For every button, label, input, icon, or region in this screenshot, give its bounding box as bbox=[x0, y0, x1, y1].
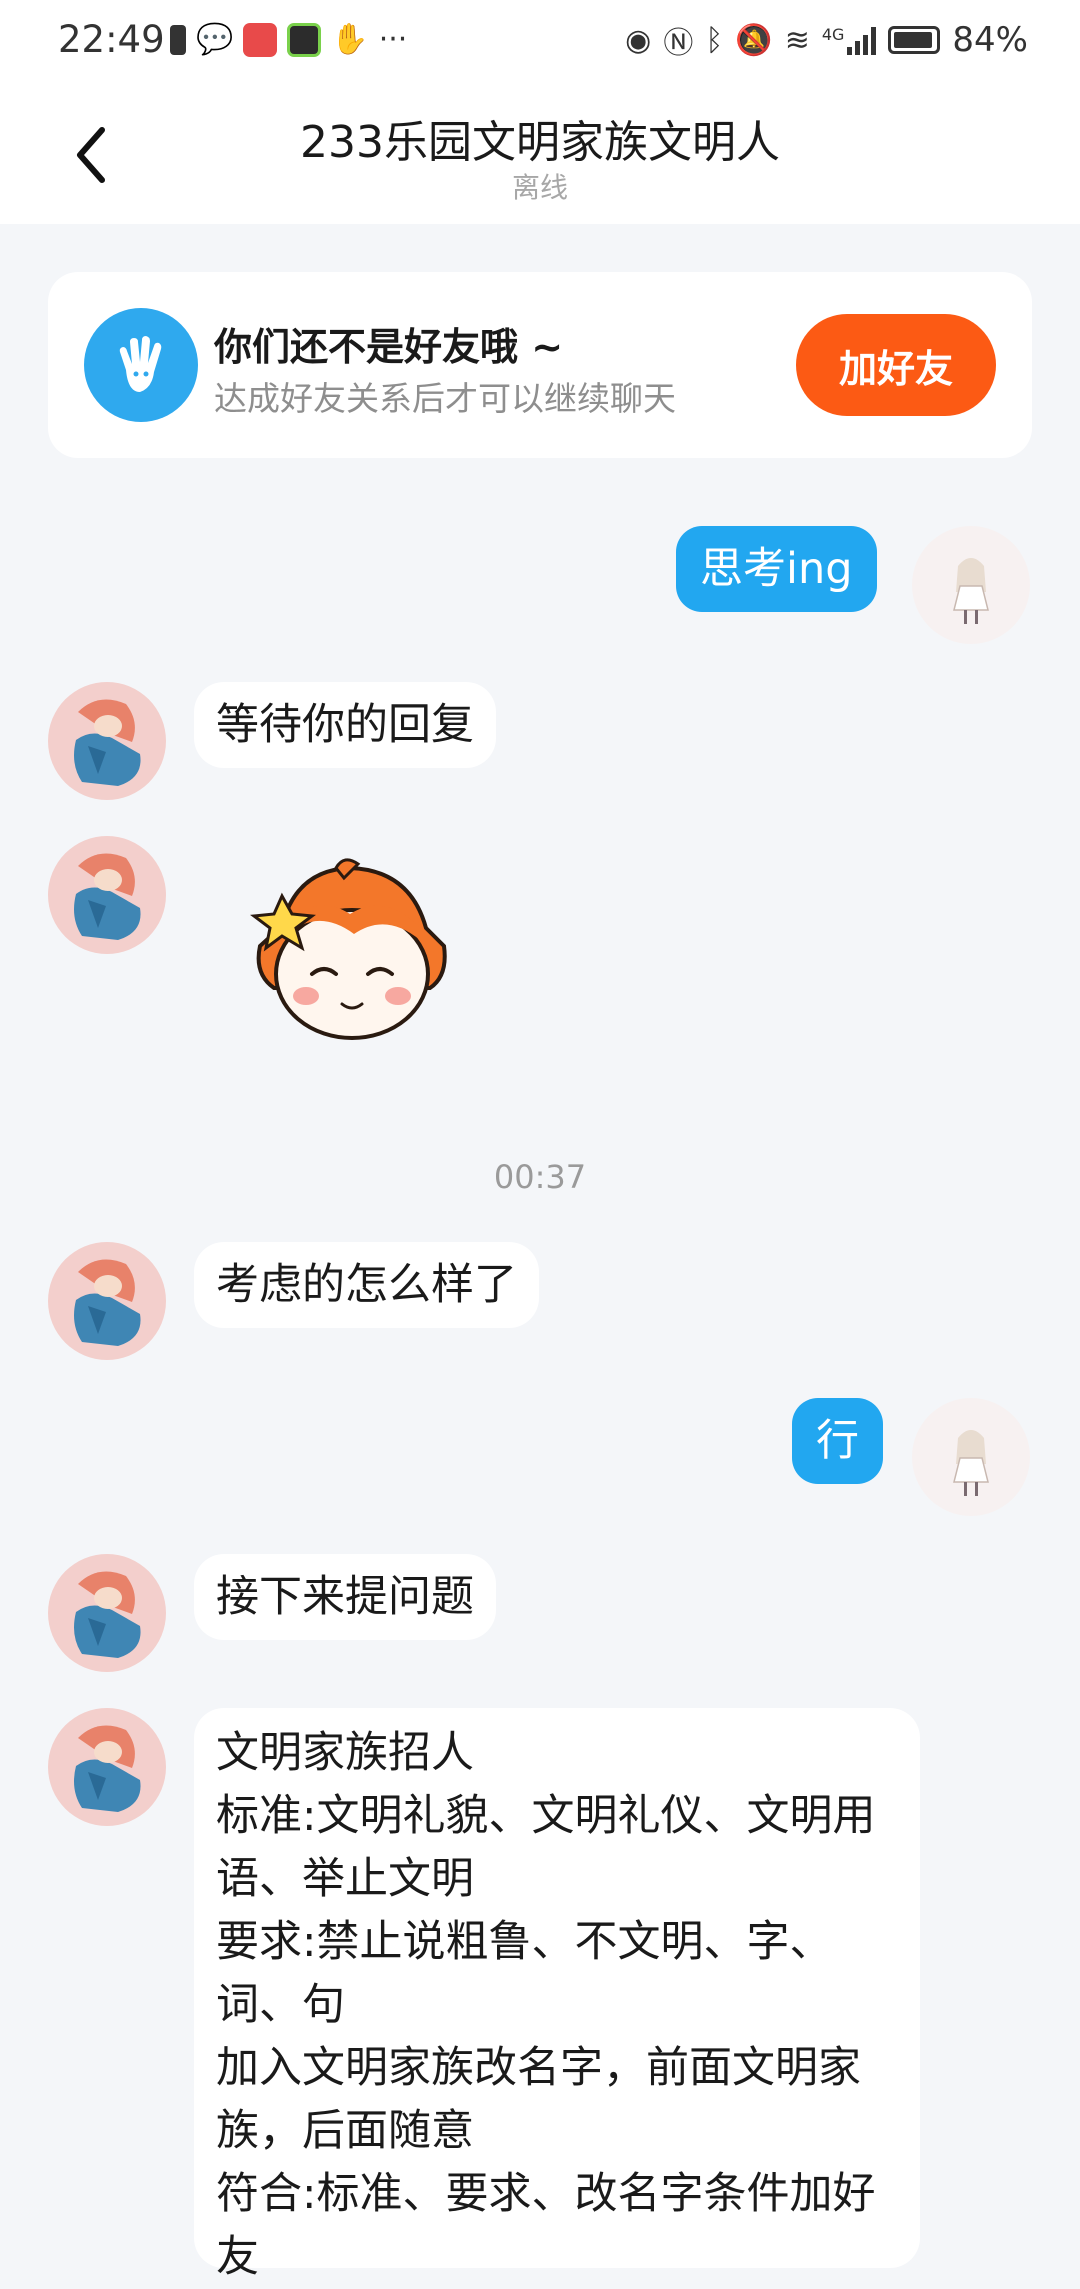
my-avatar[interactable] bbox=[912, 1398, 1030, 1516]
message-bubble-received[interactable]: 文明家族招人 标准:文明礼貌、文明礼仪、文明用语、举止文明 要求:禁止说粗鲁、不… bbox=[194, 1708, 920, 2282]
contact-avatar[interactable] bbox=[48, 1242, 166, 1360]
message-bubble-received[interactable]: 接下来提问题 bbox=[194, 1554, 496, 1640]
system-icons: ◉ Ⓝ ᛒ 🔕 ≋ 4G 84% bbox=[625, 18, 1028, 62]
message-timestamp: 00:37 bbox=[493, 1158, 587, 1196]
contact-avatar[interactable] bbox=[48, 682, 166, 800]
contact-avatar[interactable] bbox=[48, 1708, 166, 1826]
more-dots-icon: ··· bbox=[378, 22, 408, 57]
message-bubble-sent[interactable]: 思考ing bbox=[676, 526, 877, 612]
signal-icon: 4G bbox=[822, 25, 877, 55]
message-bubble-received[interactable]: 考虑的怎么样了 bbox=[194, 1242, 539, 1328]
status-time: 22:49 bbox=[58, 18, 165, 61]
nfc-icon: Ⓝ bbox=[663, 26, 694, 61]
battery-icon bbox=[888, 26, 941, 54]
mute-icon: 🔕 bbox=[735, 22, 773, 58]
sticker-message[interactable] bbox=[226, 856, 476, 1056]
wave-hand-icon bbox=[84, 308, 198, 422]
battery-percent: 84% bbox=[952, 20, 1028, 60]
wifi-icon: ≋ bbox=[784, 22, 810, 58]
message-bubble-received[interactable]: 等待你的回复 bbox=[194, 682, 496, 768]
contact-avatar[interactable] bbox=[48, 836, 166, 954]
game-icon bbox=[287, 22, 322, 57]
my-avatar[interactable] bbox=[912, 526, 1030, 644]
status-bar: 22:49 💬 ✋ ··· ◉ Ⓝ ᛒ 🔕 ≋ 4G 84% bbox=[0, 0, 1080, 84]
eye-icon: ◉ bbox=[625, 22, 652, 58]
online-status: 离线 bbox=[511, 171, 568, 204]
contact-avatar[interactable] bbox=[48, 1554, 166, 1672]
huawei-icon bbox=[243, 22, 278, 57]
hand-icon: ✋ bbox=[331, 22, 369, 57]
network-type: 4G bbox=[821, 25, 845, 44]
message-bubble-sent[interactable]: 行 bbox=[792, 1398, 883, 1484]
alert-icon bbox=[170, 24, 186, 55]
chat-title: 233乐园文明家族文明人 bbox=[300, 117, 780, 168]
not-friends-title: 你们还不是好友哦 ~ bbox=[214, 325, 564, 369]
wechat-icon: 💬 bbox=[196, 22, 234, 57]
bluetooth-icon: ᛒ bbox=[705, 22, 724, 58]
not-friends-subtitle: 达成好友关系后才可以继续聊天 bbox=[214, 379, 676, 418]
add-friend-button[interactable]: 加好友 bbox=[796, 314, 996, 416]
friend-request-card: 你们还不是好友哦 ~ 达成好友关系后才可以继续聊天 加好友 bbox=[48, 272, 1032, 458]
chat-header: 233乐园文明家族文明人 离线 bbox=[0, 84, 1080, 224]
notification-icons: 💬 ✋ ··· bbox=[170, 22, 407, 57]
